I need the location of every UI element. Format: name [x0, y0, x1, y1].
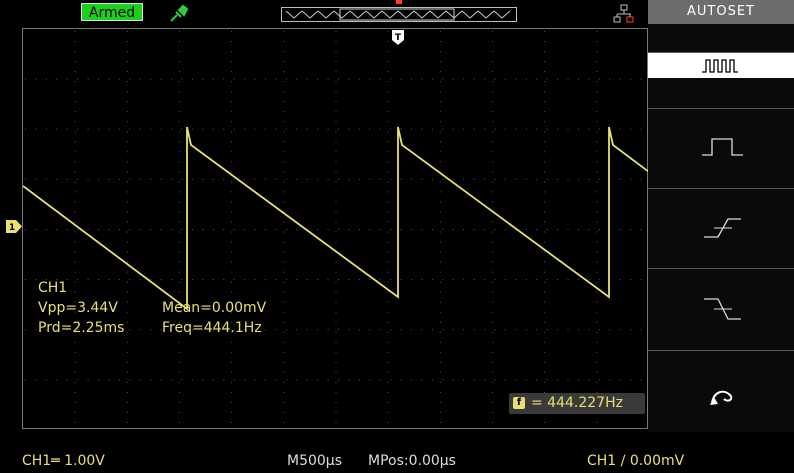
ch1-vertical-scale[interactable]: CH1═ 1.00V: [22, 453, 105, 469]
bottom-status-bar: CH1═ 1.00V M500µs MPos:0.00µs CH1 ∕ 0.00…: [0, 432, 794, 473]
acquisition-status: Armed: [81, 3, 143, 21]
rising-edge-button[interactable]: [648, 188, 794, 268]
memory-timeline[interactable]: [281, 7, 517, 22]
top-status-bar: Armed: [0, 0, 648, 24]
probe-icon: [170, 4, 189, 22]
horizontal-position[interactable]: MPos:0.00µs: [368, 453, 456, 469]
measure-vpp: Vpp=3.44V: [38, 300, 118, 316]
waveform-display[interactable]: [22, 28, 649, 429]
falling-edge-icon: [704, 298, 741, 320]
measure-frequency: Freq=444.1Hz: [162, 320, 262, 336]
multi-period-icon: [702, 59, 738, 73]
network-icon: [613, 4, 634, 23]
rising-edge-icon: [704, 218, 741, 238]
falling-edge-button[interactable]: [648, 268, 794, 350]
measure-mean: Mean=0.00mV: [162, 300, 267, 316]
svg-text:T: T: [395, 33, 402, 43]
frequency-counter: f = 444.227Hz: [509, 393, 645, 414]
undo-button[interactable]: [648, 350, 794, 432]
multi-period-button[interactable]: [648, 52, 794, 78]
trigger-marker[interactable]: T: [392, 30, 404, 45]
trigger-position-marker: [396, 0, 402, 4]
svg-text:1: 1: [9, 223, 15, 233]
autoset-menu: AUTOSET: [648, 0, 794, 432]
ch1-ground-marker[interactable]: 1: [6, 220, 22, 233]
measure-channel-label: CH1: [38, 280, 68, 296]
single-period-icon: [702, 138, 743, 156]
frequency-counter-value: = 444.227Hz: [531, 395, 623, 411]
undo-icon: [710, 390, 733, 405]
ch1-trace: [23, 126, 649, 311]
timeline-waveform-icon: [285, 8, 511, 21]
trigger-status[interactable]: CH1 ∕ 0.00mV: [587, 453, 684, 469]
frequency-icon: f: [513, 397, 525, 409]
graticule: [23, 31, 649, 423]
single-period-button[interactable]: [648, 108, 794, 188]
autoset-menu-title: AUTOSET: [648, 0, 794, 24]
timebase[interactable]: M500µs: [287, 453, 342, 469]
measure-period: Prd=2.25ms: [38, 320, 125, 336]
